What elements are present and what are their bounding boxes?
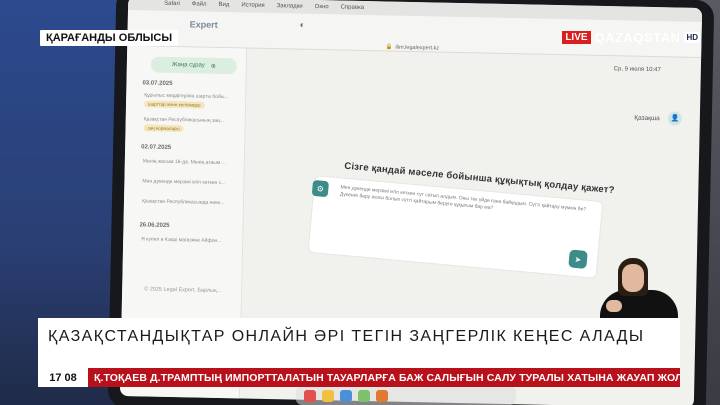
assistant-icon: ⚙ [311, 179, 330, 198]
interpreter-hand [606, 300, 622, 312]
mac-dock [296, 386, 516, 405]
dock-app-icon[interactable] [322, 389, 334, 402]
history-item[interactable]: Я купил в Kaspi магазине Айфон... [141, 236, 233, 244]
lock-icon: 🔒 [385, 44, 393, 51]
history-date: 26.06.2025 [139, 222, 170, 229]
new-chat-button[interactable]: Жаңа сұрау ⊕ [150, 56, 238, 75]
new-chat-label: Жаңа сұрау [171, 61, 205, 69]
copyright: © 2025 Legal Expert. Барлық... [144, 286, 222, 295]
menu-history[interactable]: История [241, 2, 264, 8]
address-bar[interactable]: 🔒 ilim.legalexpert.kz [317, 40, 507, 56]
ticker-text: Қ.ТОҚАЕВ Д.ТРАМПТЫҢ ИМПОРТТАЛАТЫН ТАУАРЛ… [88, 368, 680, 387]
menu-view[interactable]: Вид [219, 2, 230, 8]
dock-app-icon[interactable] [358, 389, 370, 402]
clock-minutes: 08 [64, 371, 77, 384]
history-item[interactable]: Қазақстан Республикасының заң... заң нор… [143, 116, 235, 133]
history-tag: заң нормалары [143, 124, 184, 133]
tab-icon[interactable]: ◐ [300, 20, 306, 30]
clock-hours: 17 [49, 371, 62, 384]
send-button[interactable]: ➤ [568, 249, 588, 269]
menu-file[interactable]: Файл [192, 1, 207, 7]
menu-safari[interactable]: Safari [164, 1, 180, 7]
history-tag: шарттар және келісімдер [143, 100, 205, 109]
live-badge: LIVE [562, 31, 591, 44]
user-menu[interactable]: Қазақша 👤 [634, 111, 682, 126]
history-item-text: Құрылыс мердігерінің шарты бойы... [144, 92, 229, 101]
hd-badge: HD [684, 32, 700, 43]
menu-window[interactable]: Окно [315, 4, 329, 10]
dock-app-icon[interactable] [304, 389, 316, 402]
news-ticker: 17 08 Қ.ТОҚАЕВ Д.ТРАМПТЫҢ ИМПОРТТАЛАТЫН … [38, 368, 680, 387]
menu-help[interactable]: Справка [341, 4, 365, 10]
language-label: Қазақша [634, 114, 660, 122]
menu-bookmarks[interactable]: Закладки [277, 3, 303, 10]
interpreter-face [622, 264, 644, 292]
new-chat-icon: ⊕ [210, 63, 216, 70]
broadcast-frame: Safari Файл Вид История Закладки Окно Сп… [0, 0, 720, 405]
history-date: 02.07.2025 [141, 144, 172, 151]
headline-text: ҚАЗАҚСТАНДЫҚТАР ОНЛАЙН ӘРІ ТЕГІН ЗАҢГЕРЛ… [48, 328, 645, 345]
history-item[interactable]: Құрылыс мердігерінің шарты бойы... шартт… [143, 92, 236, 109]
history-item[interactable]: Мен дүкенде мерзімі өтіп кеткен с... [142, 178, 234, 186]
dock-app-icon[interactable] [340, 389, 352, 402]
headline-bar: ҚАЗАҚСТАНДЫҚТАР ОНЛАЙН ӘРІ ТЕГІН ЗАҢГЕРЛ… [38, 318, 680, 368]
history-item[interactable]: Қазақстан Республикасында неке... [142, 198, 234, 206]
app-brand: Expert [189, 19, 218, 30]
dock-app-icon[interactable] [376, 389, 388, 402]
channel-logo: LIVE QAZAQSTAN HD [562, 30, 700, 45]
broadcast-clock: 17 08 [38, 368, 88, 387]
history-item-text: Қазақстан Республикасының заң... [143, 116, 225, 125]
menubar-clock: Ср, 9 июля 10:47 [613, 66, 661, 74]
send-icon: ➤ [574, 254, 582, 264]
url-text: ilim.legalexpert.kz [395, 44, 440, 52]
user-avatar: 👤 [667, 111, 682, 126]
history-item[interactable]: Менің жасым 16-да. Менің атаым ... [143, 158, 235, 166]
history-date: 03.07.2025 [142, 80, 173, 87]
channel-name: QAZAQSTAN [594, 30, 681, 45]
region-label: ҚАРАҒАНДЫ ОБЛЫСЫ [40, 30, 179, 46]
